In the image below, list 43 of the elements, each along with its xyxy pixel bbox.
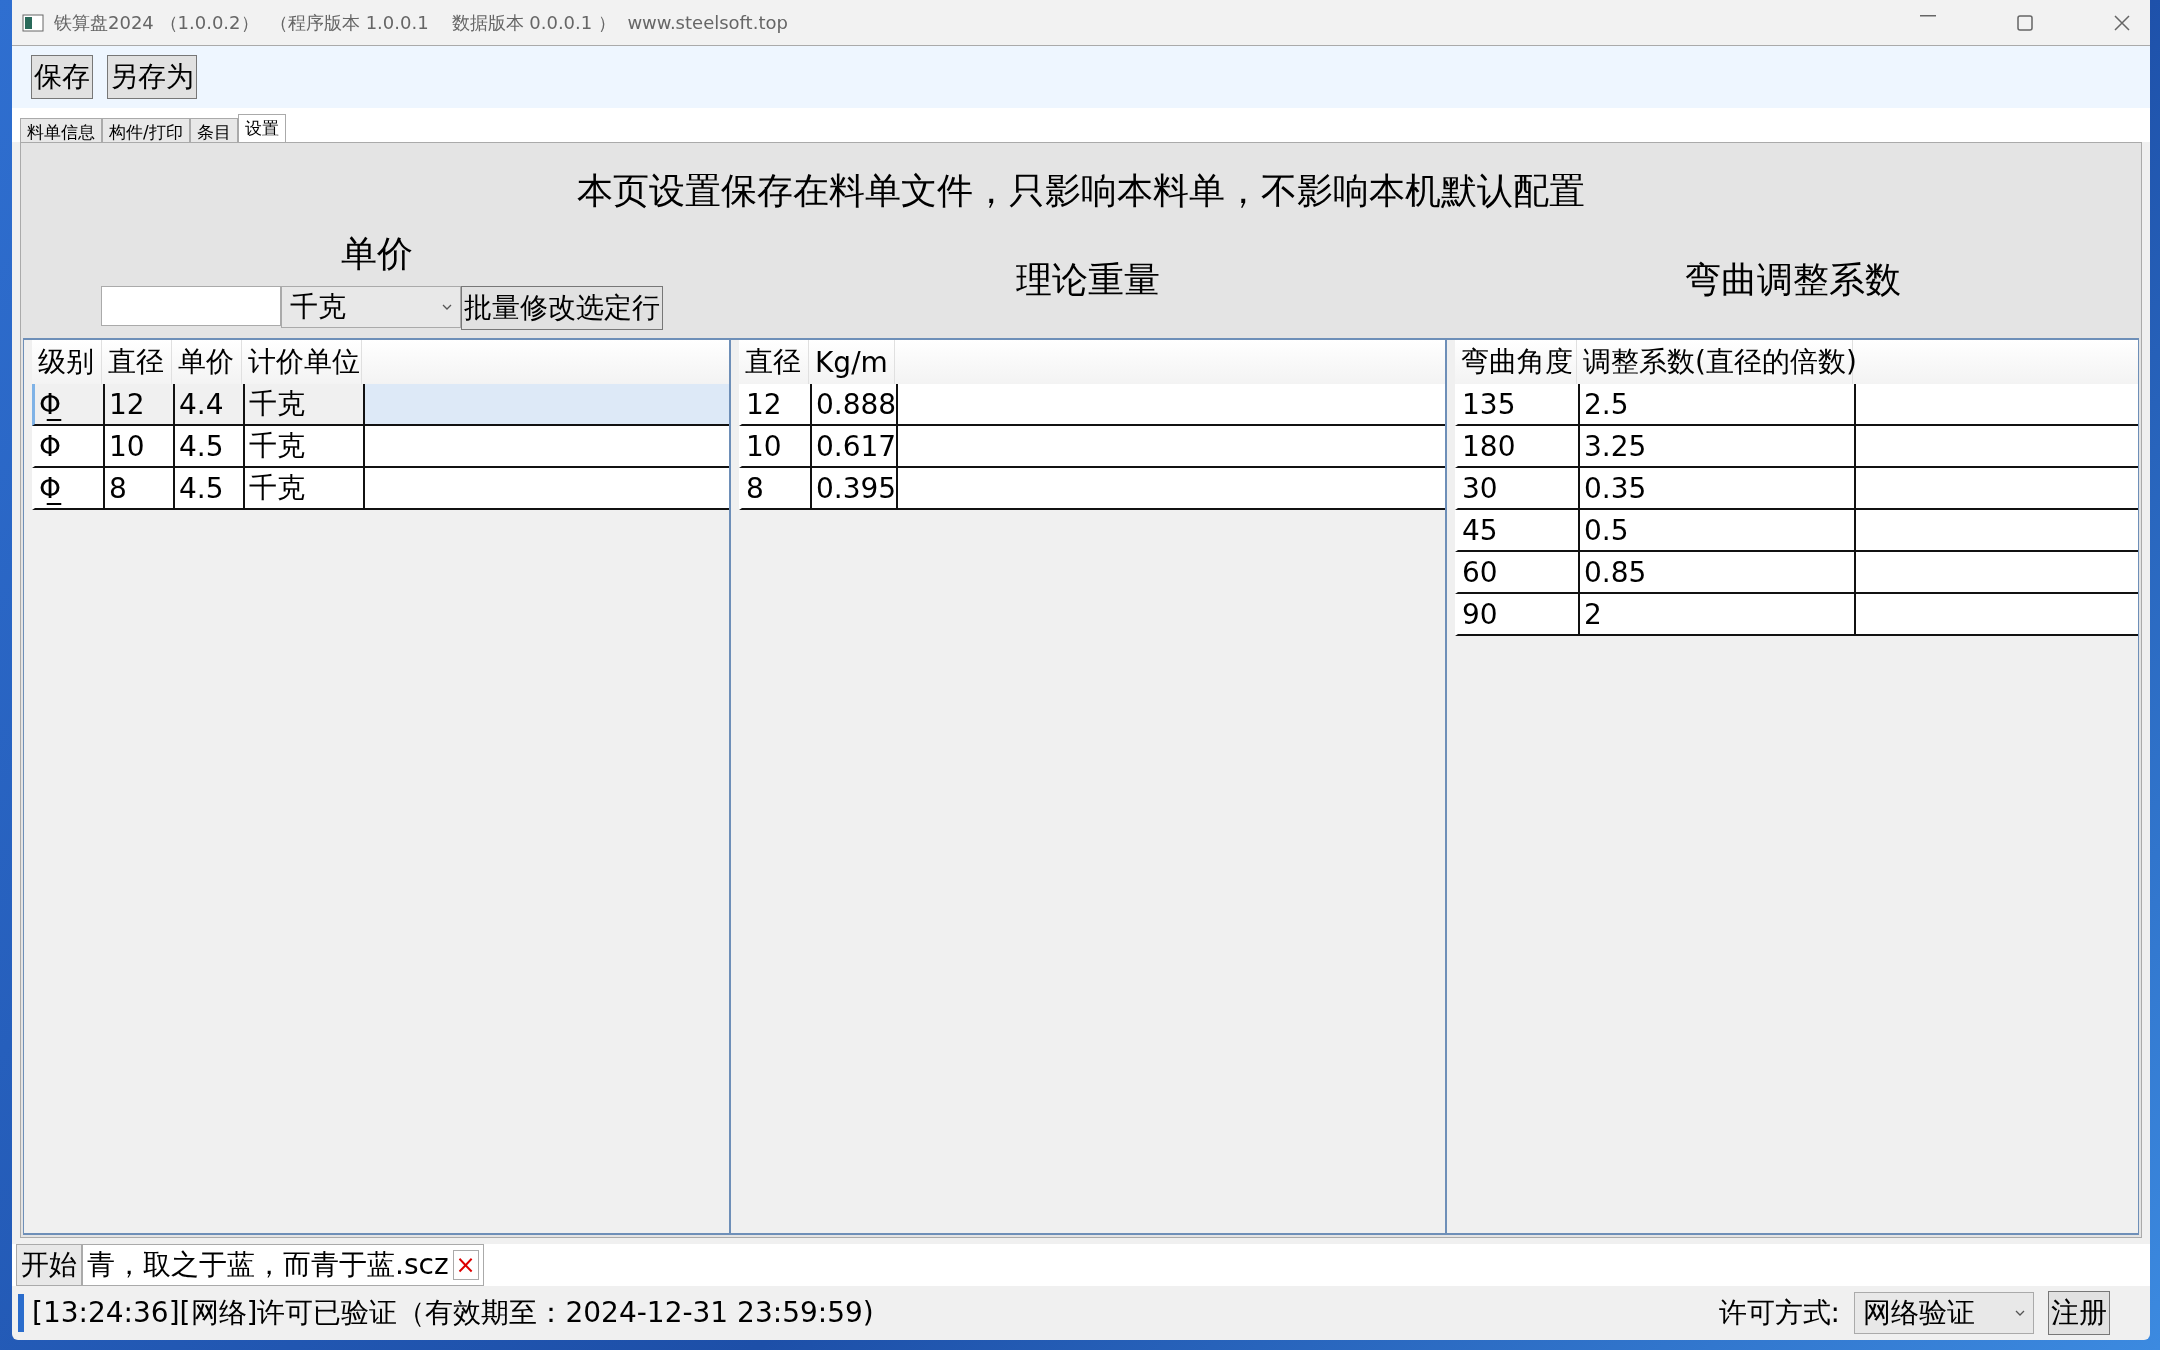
table-cell: 12 (105, 384, 175, 424)
table-row[interactable]: 10 0.617 (739, 426, 1445, 468)
unit-dropdown[interactable]: 千克 (280, 286, 461, 328)
close-tab-button[interactable]: × (452, 1250, 479, 1280)
table-row[interactable]: 180 3.25 (1455, 426, 2138, 468)
table-cell: 千克 (245, 384, 365, 424)
tab[interactable]: 构件/打印 (102, 118, 190, 142)
table-cell: Φ̲ (35, 384, 105, 424)
panel-heading: 弯曲调整系数 (1683, 258, 1902, 302)
notice-text: 本页设置保存在料单文件，只影响本料单，不影响本机默认配置 (576, 169, 1586, 213)
table-row[interactable]: Φ 10 4.5 千克 (32, 426, 729, 468)
tab[interactable]: 料单信息 (20, 118, 102, 142)
table-row[interactable]: Φ̲ 8 4.5 千克 (32, 468, 729, 510)
app-icon (22, 13, 44, 32)
document-tab[interactable]: 青，取之于蓝，而青于蓝.scz × (82, 1244, 484, 1286)
license-label: 许可方式: (1718, 1295, 1840, 1331)
close-icon[interactable] (2114, 14, 2130, 31)
panel-heading: 单价 (339, 232, 414, 276)
toolbar-button[interactable]: 另存为 (107, 55, 197, 99)
dropdown-caret-icon (2015, 1310, 2025, 1316)
table-row[interactable]: 8 0.395 (739, 468, 1445, 510)
table-row[interactable]: 45 0.5 (1455, 510, 2138, 552)
toolbar-button[interactable]: 保存 (31, 55, 93, 99)
price-input-field[interactable] (100, 286, 281, 326)
maximize-icon[interactable] (2017, 14, 2033, 31)
tab[interactable]: 设置 (237, 114, 286, 142)
minimize-icon[interactable] (1920, 14, 1936, 17)
batch-edit-button[interactable]: 批量修改选定行 (460, 286, 663, 330)
table-row[interactable]: 135 2.5 (1455, 384, 2138, 426)
table-row[interactable]: 90 2 (1455, 594, 2138, 636)
table-row[interactable]: 60 0.85 (1455, 552, 2138, 594)
dropdown-caret-icon (441, 304, 452, 310)
table-row[interactable]: Φ̲ 12 4.4 千克 (32, 384, 729, 426)
table-cell: 4.4 (175, 384, 245, 424)
panel-heading: 理论重量 (1015, 258, 1161, 302)
document-tab[interactable]: 开始 (16, 1244, 82, 1286)
license-dropdown[interactable]: 网络验证 (1854, 1292, 2034, 1334)
table-row[interactable]: 12 0.888 (739, 384, 1445, 426)
table-row[interactable]: 30 0.35 (1455, 468, 2138, 510)
window-title: 铁算盘2024 （1.0.0.2） （程序版本 1.0.0.1 数据版本 0.0.0.1 ） www.steelsoft.top (54, 10, 789, 35)
register-button[interactable]: 注册 (2048, 1291, 2110, 1335)
tab[interactable]: 条目 (189, 118, 238, 142)
status-message: [13:24:36][网络]许可已验证（有效期至：2024-12-31 23:59:59) (18, 1294, 1705, 1332)
